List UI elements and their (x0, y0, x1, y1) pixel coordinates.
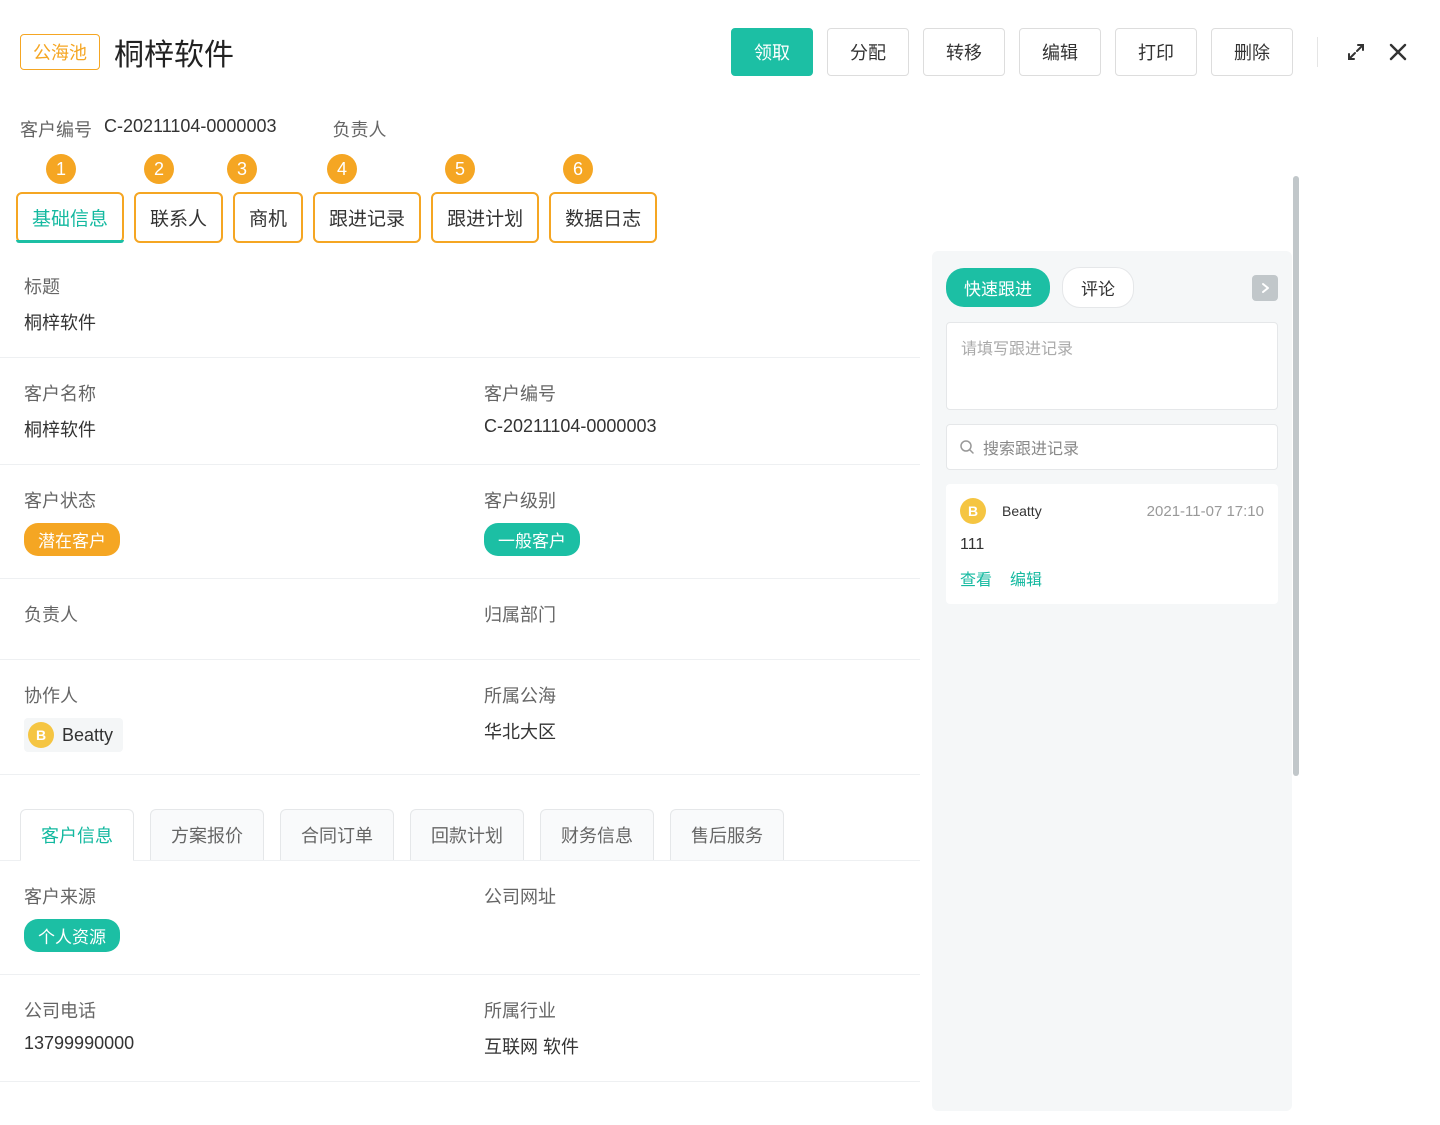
main-content: 标题 桐梓软件 客户名称 桐梓软件 客户编号 C-20211104-000000… (0, 251, 920, 1125)
field-level-label: 客户级别 (484, 487, 896, 513)
callout-1: 1 (46, 154, 76, 184)
callout-3: 3 (227, 154, 257, 184)
owner-label: 负责人 (332, 116, 386, 142)
claim-button[interactable]: 领取 (731, 28, 813, 76)
scrollbar[interactable] (1293, 176, 1299, 776)
expand-icon[interactable] (1342, 38, 1370, 66)
page-title: 桐梓软件 (114, 30, 234, 74)
level-chip: 一般客户 (484, 523, 580, 556)
close-icon[interactable] (1384, 38, 1412, 66)
status-chip: 潜在客户 (24, 523, 120, 556)
callout-5: 5 (445, 154, 475, 184)
field-website-label: 公司网址 (484, 883, 896, 909)
field-pool-value: 华北大区 (484, 718, 896, 744)
collapse-panel-icon[interactable] (1252, 275, 1278, 301)
info-bar: 客户编号 C-20211104-0000003 负责人 (0, 96, 1440, 154)
transfer-button[interactable]: 转移 (923, 28, 1005, 76)
field-pool-label: 所属公海 (484, 682, 896, 708)
print-button[interactable]: 打印 (1115, 28, 1197, 76)
callout-6: 6 (563, 154, 593, 184)
customer-no-label: 客户编号 (20, 116, 92, 142)
quick-follow-pill[interactable]: 快速跟进 (946, 268, 1050, 307)
followup-input[interactable]: 请填写跟进记录 (946, 322, 1278, 410)
field-industry-label: 所属行业 (484, 997, 896, 1023)
collaborator-pill[interactable]: B Beatty (24, 718, 123, 752)
record-edit-link[interactable]: 编辑 (1010, 566, 1042, 590)
edit-button[interactable]: 编辑 (1019, 28, 1101, 76)
subtab-aftersales[interactable]: 售后服务 (670, 809, 784, 860)
pool-tag: 公海池 (20, 34, 100, 70)
field-phone-label: 公司电话 (24, 997, 436, 1023)
delete-button[interactable]: 删除 (1211, 28, 1293, 76)
field-industry-value: 互联网 软件 (484, 1033, 896, 1059)
avatar: B (960, 498, 986, 524)
record-time: 2021-11-07 17:10 (1147, 503, 1264, 520)
side-panel: 快速跟进 评论 请填写跟进记录 搜索跟进记录 B Beatty 2021-11-… (932, 251, 1292, 1111)
record-author: Beatty (1002, 503, 1042, 519)
subtab-quotation[interactable]: 方案报价 (150, 809, 264, 860)
tab-opportunities[interactable]: 商机 (233, 192, 303, 243)
field-title-value: 桐梓软件 (24, 309, 896, 335)
assign-button[interactable]: 分配 (827, 28, 909, 76)
tab-basic-info[interactable]: 基础信息 (16, 192, 124, 243)
search-placeholder: 搜索跟进记录 (983, 435, 1079, 459)
field-no-label: 客户编号 (484, 380, 896, 406)
source-chip: 个人资源 (24, 919, 120, 952)
collaborator-name: Beatty (62, 725, 113, 746)
subtab-customer-info[interactable]: 客户信息 (20, 809, 134, 860)
field-source-label: 客户来源 (24, 883, 436, 909)
tab-data-log[interactable]: 数据日志 (549, 192, 657, 243)
callout-4: 4 (327, 154, 357, 184)
tab-followup-plans[interactable]: 跟进计划 (431, 192, 539, 243)
field-status-label: 客户状态 (24, 487, 436, 513)
record-body: 111 (960, 536, 1264, 554)
tab-followup-records[interactable]: 跟进记录 (313, 192, 421, 243)
record-view-link[interactable]: 查看 (960, 566, 992, 590)
field-name-label: 客户名称 (24, 380, 436, 406)
search-icon (959, 439, 975, 455)
field-no-value: C-20211104-0000003 (484, 416, 896, 437)
divider (1317, 37, 1318, 67)
subtab-payment-plan[interactable]: 回款计划 (410, 809, 524, 860)
field-collab-label: 协作人 (24, 682, 436, 708)
callout-row: 1 2 3 4 5 6 (16, 154, 593, 184)
avatar: B (28, 722, 54, 748)
search-followup-input[interactable]: 搜索跟进记录 (946, 424, 1278, 470)
callout-2: 2 (144, 154, 174, 184)
subtab-contract[interactable]: 合同订单 (280, 809, 394, 860)
customer-no-value: C-20211104-0000003 (104, 116, 276, 142)
field-owner-label: 负责人 (24, 601, 436, 627)
comment-pill[interactable]: 评论 (1062, 267, 1134, 308)
field-title-label: 标题 (24, 273, 896, 299)
field-phone-value: 13799990000 (24, 1033, 436, 1054)
field-dept-label: 归属部门 (484, 601, 896, 627)
subtab-finance[interactable]: 财务信息 (540, 809, 654, 860)
tab-contacts[interactable]: 联系人 (134, 192, 223, 243)
field-name-value: 桐梓软件 (24, 416, 436, 442)
subtabs: 客户信息 方案报价 合同订单 回款计划 财务信息 售后服务 (0, 795, 920, 861)
page-header: 公海池 桐梓软件 领取 分配 转移 编辑 打印 删除 (0, 0, 1440, 96)
followup-record: B Beatty 2021-11-07 17:10 111 查看 编辑 (946, 484, 1278, 604)
